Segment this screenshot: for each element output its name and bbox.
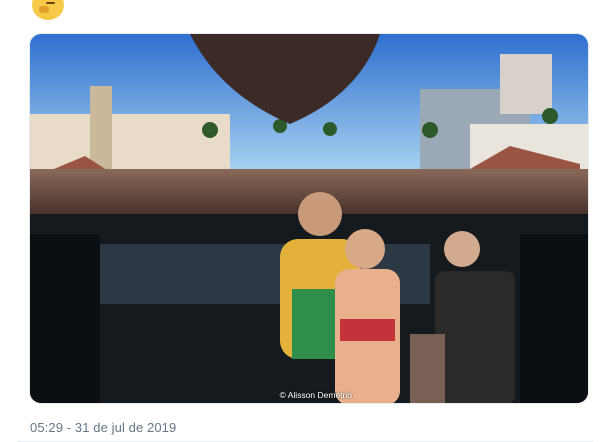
photo-credit: © Alisson Demetrio bbox=[279, 390, 352, 400]
tweet-photo[interactable]: © Alisson Demetrio bbox=[29, 33, 589, 404]
concert-stage-photo bbox=[30, 34, 588, 403]
left-speakers bbox=[30, 234, 100, 403]
left-hotel bbox=[30, 114, 230, 174]
emoji-hand bbox=[39, 6, 49, 13]
billboard bbox=[500, 54, 552, 114]
tweet-timestamp[interactable]: 05:29 - 31 de jul de 2019 bbox=[30, 420, 176, 435]
thinking-face-icon bbox=[32, 0, 64, 20]
right-speakers bbox=[520, 234, 588, 403]
emoji-mouth bbox=[46, 2, 55, 4]
